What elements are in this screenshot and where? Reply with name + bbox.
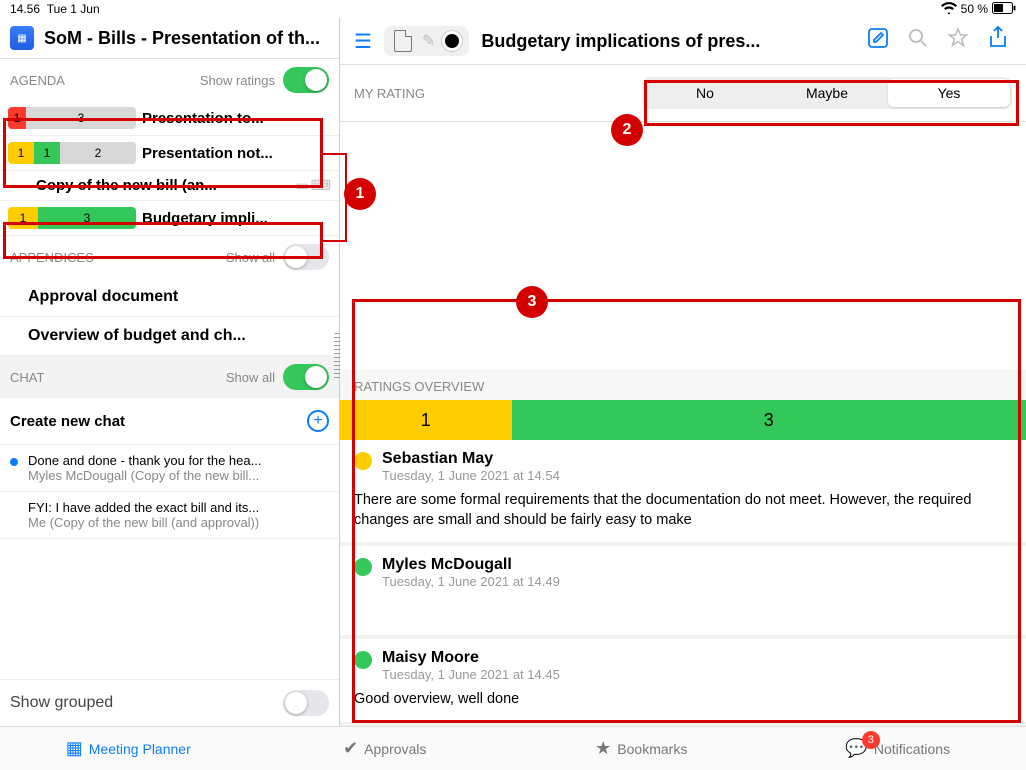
color-dot-icon	[445, 34, 459, 48]
chat-section-label: CHAT	[10, 370, 44, 385]
rating-comment: Good overview, well done	[354, 690, 1012, 710]
tabbar-tab[interactable]: ✔ Approvals	[257, 727, 514, 770]
annotation-connector	[323, 153, 345, 155]
tab-icon: ★	[595, 738, 611, 759]
rating-option[interactable]: No	[644, 79, 766, 107]
status-date: Tue 1 Jun	[47, 2, 100, 16]
battery-icon	[992, 2, 1016, 17]
chat-meta: Myles McDougall (Copy of the new bill...	[28, 468, 329, 483]
rating-segmented-control[interactable]: NoMaybeYes	[642, 77, 1012, 109]
annotation-connector	[345, 153, 347, 242]
appendices-showall-label: Show all	[226, 250, 275, 265]
add-chat-icon[interactable]: +	[307, 410, 329, 432]
appendices-showall-toggle[interactable]	[283, 244, 329, 270]
rating-mini-bar: 13	[8, 207, 136, 229]
agenda-item-title: Presentation not...	[142, 145, 331, 162]
edit-icon: ✎	[422, 31, 435, 51]
tab-label: Bookmarks	[617, 741, 687, 757]
appendix-item[interactable]: Overview of budget and ch...	[0, 317, 339, 356]
overview-segment: 1	[340, 400, 512, 440]
rating-dot-icon	[354, 452, 372, 470]
menu-icon[interactable]: ☰	[354, 29, 372, 54]
rating-dot-icon	[354, 651, 372, 669]
tab-icon: ▦	[66, 738, 83, 759]
document-icon	[394, 30, 412, 52]
compose-icon[interactable]	[864, 27, 892, 55]
appendix-item[interactable]: Approval document	[0, 278, 339, 317]
chat-item[interactable]: Done and done - thank you for the hea...…	[0, 445, 339, 492]
tabbar-tab[interactable]: 3💬Notifications	[770, 727, 1026, 770]
rating-date: Tuesday, 1 June 2021 at 14.45	[382, 667, 560, 682]
notification-badge: 3	[862, 731, 880, 749]
rating-option[interactable]: Yes	[888, 79, 1010, 107]
tabbar-tab[interactable]: ▦ Meeting Planner	[0, 727, 257, 770]
unread-dot-icon	[10, 458, 18, 466]
rating-mini-bar: 13	[8, 107, 136, 129]
comment-icon: ▭	[296, 177, 309, 194]
calendar-icon: ▦	[10, 26, 34, 50]
tab-label: Approvals	[364, 741, 426, 757]
wifi-icon	[941, 2, 957, 17]
tabbar-tab[interactable]: ★ Bookmarks	[513, 727, 770, 770]
tab-icon: ✔	[343, 738, 358, 759]
agenda-item-title: Copy of the new bill (an...	[36, 177, 217, 194]
my-rating-label: MY RATING	[354, 86, 425, 101]
rating-option[interactable]: Maybe	[766, 79, 888, 107]
rating-entry: Myles McDougallTuesday, 1 June 2021 at 1…	[340, 546, 1026, 639]
create-chat-row[interactable]: Create new chat +	[0, 398, 339, 445]
rater-name: Maisy Moore	[382, 649, 560, 667]
agenda-item[interactable]: 13 Presentation to...	[0, 101, 339, 136]
show-ratings-label: Show ratings	[200, 73, 275, 88]
show-ratings-toggle[interactable]	[283, 67, 329, 93]
tab-label: Meeting Planner	[89, 741, 191, 757]
status-time: 14.56	[10, 2, 40, 16]
agenda-item[interactable]: 13 Budgetary impli...	[0, 201, 339, 236]
rating-mini-bar: 112	[8, 142, 136, 164]
rating-entry: Maisy MooreTuesday, 1 June 2021 at 14.45…	[340, 639, 1026, 726]
overview-segment: 3	[512, 400, 1026, 440]
rater-name: Myles McDougall	[382, 556, 560, 574]
pane-drag-handle[interactable]	[334, 333, 340, 379]
chat-showall-toggle[interactable]	[283, 364, 329, 390]
search-icon[interactable]	[904, 28, 932, 54]
rater-name: Sebastian May	[382, 450, 560, 468]
create-chat-label: Create new chat	[10, 413, 125, 430]
agenda-item[interactable]: Copy of the new bill (an... ▭⌨	[0, 171, 339, 201]
agenda-item-title: Budgetary impli...	[142, 210, 331, 227]
appendices-section-label: APPENDICES	[10, 250, 94, 265]
share-icon[interactable]	[984, 26, 1012, 56]
ratings-overview-bar: 13	[340, 400, 1026, 440]
attachment-icon: ⌨	[311, 177, 331, 194]
chat-item[interactable]: FYI: I have added the exact bill and its…	[0, 492, 339, 539]
annotation-connector	[323, 240, 345, 242]
chat-meta: Me (Copy of the new bill (and approval))	[28, 515, 329, 530]
rating-date: Tuesday, 1 June 2021 at 14.49	[382, 574, 560, 589]
document-title: Budgetary implications of pres...	[481, 31, 852, 52]
chat-preview: FYI: I have added the exact bill and its…	[28, 500, 329, 515]
show-grouped-label: Show grouped	[10, 694, 113, 712]
sidebar-title: SoM - Bills - Presentation of th...	[44, 28, 329, 49]
document-selector[interactable]: ✎	[384, 26, 469, 56]
rating-dot-icon	[354, 558, 372, 576]
chat-showall-label: Show all	[226, 370, 275, 385]
rating-comment: There are some formal requirements that …	[354, 491, 1012, 530]
chat-preview: Done and done - thank you for the hea...	[28, 453, 329, 468]
agenda-section-label: AGENDA	[10, 73, 65, 88]
ratings-overview-label: RATINGS OVERVIEW	[340, 369, 1026, 400]
rating-date: Tuesday, 1 June 2021 at 14.54	[382, 468, 560, 483]
rating-entry: Sebastian MayTuesday, 1 June 2021 at 14.…	[340, 440, 1026, 546]
tab-label: Notifications	[874, 741, 950, 757]
star-icon[interactable]	[944, 27, 972, 55]
show-grouped-toggle[interactable]	[283, 690, 329, 716]
battery-percent: 50 %	[961, 2, 988, 16]
agenda-item-title: Presentation to...	[142, 110, 331, 127]
agenda-item[interactable]: 112 Presentation not...	[0, 136, 339, 171]
